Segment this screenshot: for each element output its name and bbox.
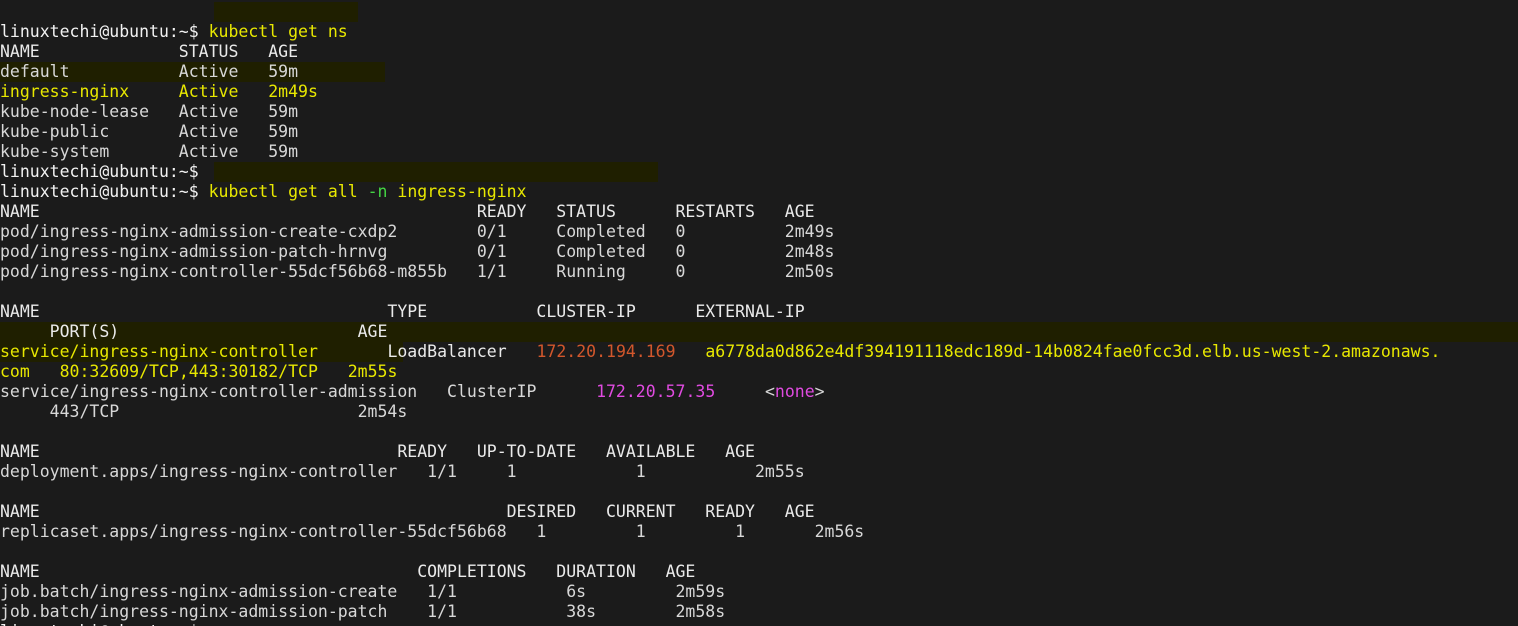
command-text-part2: ingress-nginx: [387, 182, 527, 201]
namespace-row-kube-node-lease: kube-node-lease Active 59m: [0, 102, 299, 121]
service-age: 2m55s: [347, 362, 398, 381]
service-name-controller: service/ingress-nginx-controller: [0, 342, 318, 361]
bracket-close: >: [814, 382, 825, 401]
pods-header-text: NAME READY STATUS RESTARTS AGE: [0, 202, 815, 221]
pod-row-controller: pod/ingress-nginx-controller-55dcf56b68-…: [0, 262, 835, 281]
pod-row-admission-patch: pod/ingress-nginx-admission-patch-hrnvg …: [0, 242, 835, 261]
job-row-admission-patch: job.batch/ingress-nginx-admission-patch …: [0, 602, 726, 621]
shell-prompt: linuxtechi@ubuntu:~$: [0, 622, 209, 626]
shell-prompt: linuxtechi@ubuntu:~$: [0, 182, 209, 201]
service-ports: 80:32609/TCP,443:30182/TCP: [59, 362, 318, 381]
jobs-header: NAME COMPLETIONS DURATION AGE: [0, 542, 1518, 581]
jobs-header-text: NAME COMPLETIONS DURATION AGE: [0, 562, 696, 581]
terminal-screen: linuxtechi@ubuntu:~$ kubectl get ns NAME…: [0, 0, 1518, 626]
shell-prompt: linuxtechi@ubuntu:~$: [0, 162, 209, 181]
job-row-admission-create: job.batch/ingress-nginx-admission-create…: [0, 582, 726, 601]
replicasets-header-text: NAME DESIRED CURRENT READY AGE: [0, 502, 815, 521]
terminal-line-command-1[interactable]: linuxtechi@ubuntu:~$ kubectl get ns: [0, 2, 1518, 41]
replicasets-header: NAME DESIRED CURRENT READY AGE: [0, 482, 1518, 521]
service-cluster-ip: 172.20.194.169: [536, 342, 676, 361]
bracket-open: <: [764, 382, 775, 401]
terminal-line-command-2[interactable]: linuxtechi@ubuntu:~$ kubectl get all -n …: [0, 162, 1518, 201]
deployments-header-text: NAME READY UP-TO-DATE AVAILABLE AGE: [0, 442, 755, 461]
deployments-header: NAME READY UP-TO-DATE AVAILABLE AGE: [0, 422, 1518, 461]
services-header-text-1: NAME TYPE CLUSTER-IP EXTERNAL-IP: [0, 302, 805, 321]
command-flag-namespace: -n: [367, 182, 388, 201]
replicaset-row-controller: replicaset.apps/ingress-nginx-controller…: [0, 522, 865, 541]
namespaces-header-text: NAME STATUS AGE: [0, 42, 299, 61]
terminal-window[interactable]: linuxtechi@ubuntu:~$ kubectl get ns NAME…: [0, 0, 1518, 626]
namespace-row-kube-public: kube-public Active 59m: [0, 122, 299, 141]
service-external-ip-none: none: [774, 382, 815, 401]
namespace-row-kube-system: kube-system Active 59m: [0, 142, 299, 161]
service-cluster-ip: 172.20.57.35: [596, 382, 716, 401]
services-header-line-1: NAME TYPE CLUSTER-IP EXTERNAL-IP: [0, 282, 1518, 321]
service-name-controller-admission: service/ingress-nginx-controller-admissi…: [0, 382, 418, 401]
service-ports-admission: 443/TCP 2m54s: [0, 402, 408, 421]
pod-row-admission-create: pod/ingress-nginx-admission-create-cxdp2…: [0, 222, 835, 241]
service-type-loadbalancer: LoadBalancer: [387, 342, 507, 361]
services-header-text-2: PORT(S) AGE: [0, 322, 388, 341]
shell-prompt: linuxtechi@ubuntu:~$: [0, 22, 209, 41]
namespace-row-ingress-nginx: ingress-nginx Active 2m49s: [0, 82, 318, 101]
command-text: kubectl get ns: [208, 22, 348, 41]
service-external-ip-wrap: com: [0, 362, 30, 381]
deployment-row-controller: deployment.apps/ingress-nginx-controller…: [0, 462, 805, 481]
service-type-clusterip: ClusterIP: [447, 382, 537, 401]
command-text-part1: kubectl get all: [208, 182, 368, 201]
namespace-row-default: default Active 59m: [0, 62, 299, 81]
service-external-ip: a6778da0d862e4df394191118edc189d-14b0824…: [705, 342, 1441, 361]
